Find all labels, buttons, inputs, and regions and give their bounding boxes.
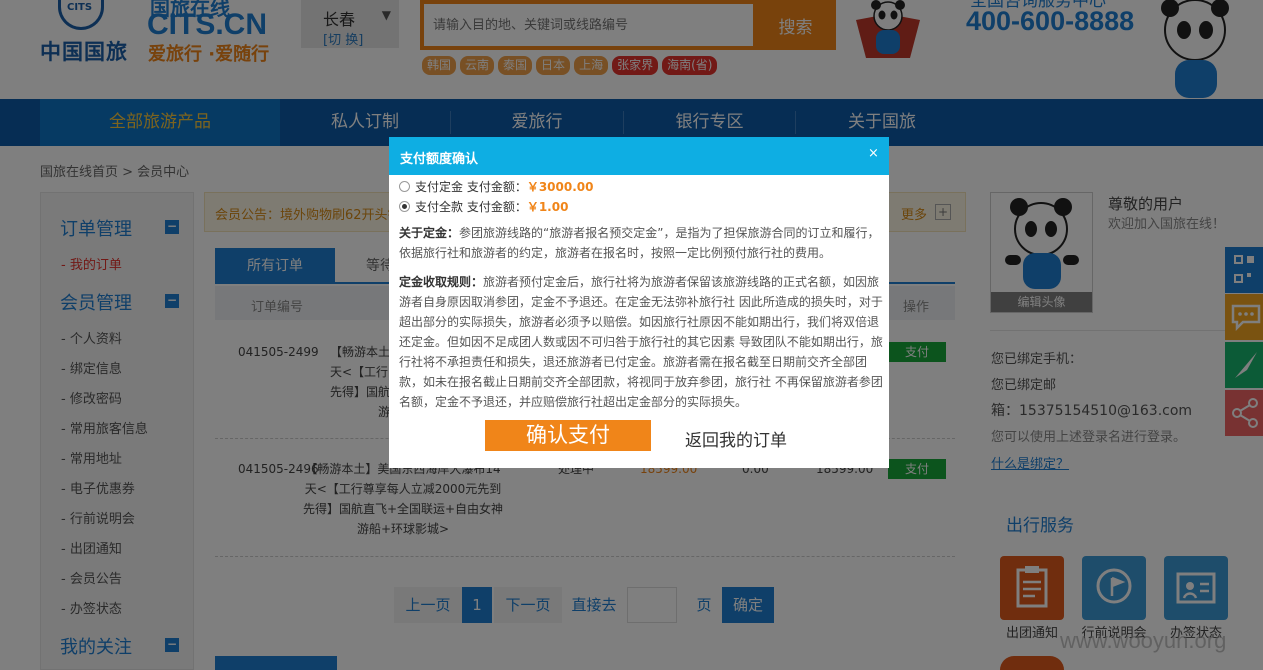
deposit-amount: ￥3000.00 [526,180,594,194]
deposit-option[interactable]: 支付定金 支付金额：￥3000.00 [399,178,594,195]
confirm-payment-button[interactable]: 确认支付 [485,420,651,451]
deposit-rules: 定金收取规则：旅游者预付定金后，旅行社将为旅游者保留该旅游线路的正式名额，如因旅… [399,272,883,412]
full-payment-option[interactable]: 支付全款 支付金额：￥1.00 [399,198,568,215]
back-to-orders-link[interactable]: 返回我的订单 [685,426,787,451]
dialog-title: 支付额度确认 [400,152,479,167]
radio-full-payment[interactable] [399,201,410,212]
deposit-text: 参团旅游线路的“旅游者报名预交定金”，是指为了担保旅游合同的订立和履行，依据旅行… [399,226,880,260]
full-payment-option-label: 支付全款 支付金额： [415,200,527,214]
deposit-option-label: 支付定金 支付金额： [415,180,527,194]
rules-text: 旅游者预付定金后，旅行社将为旅游者保留该旅游线路的正式名额，如因旅游者自身原因取… [399,275,883,409]
deposit-description: 关于定金：参团旅游线路的“旅游者报名预交定金”，是指为了担保旅游合同的订立和履行… [399,223,883,263]
rules-heading: 定金收取规则： [399,275,484,289]
dialog-header: 支付额度确认 × [389,137,889,175]
deposit-heading: 关于定金： [399,226,460,240]
close-icon[interactable]: × [868,146,879,161]
full-payment-amount: ￥1.00 [526,200,569,214]
radio-deposit[interactable] [399,181,410,192]
payment-confirm-dialog: 支付额度确认 × 支付定金 支付金额：￥3000.00 支付全款 支付金额：￥1… [389,137,889,468]
